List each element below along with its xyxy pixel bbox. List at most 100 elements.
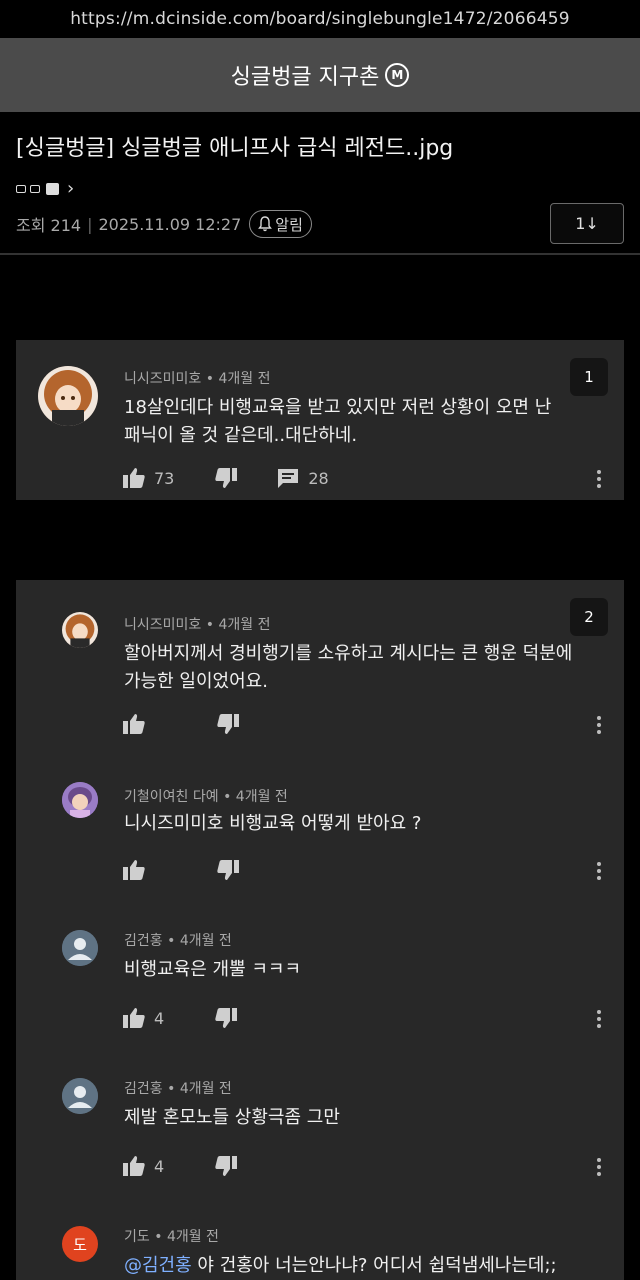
comment-author[interactable]: 니시즈미미호 (124, 617, 201, 633)
like-button[interactable]: 4 (122, 1154, 164, 1178)
dislike-button[interactable] (214, 1006, 238, 1030)
comment-actions: 73 28 (122, 466, 329, 490)
comment-actions: 4 (122, 1006, 238, 1030)
like-button[interactable]: 4 (122, 1006, 164, 1030)
comment-index-badge: 1 (570, 358, 608, 396)
comment-actions (122, 712, 240, 736)
header-divider (0, 253, 640, 255)
comment-index-badge: 2 (570, 598, 608, 636)
thumbs-up-icon (122, 712, 146, 736)
gallery-header[interactable]: 싱글벙글 지구촌 M (0, 38, 640, 112)
url-text: https://m.dcinside.com/board/singlebungl… (70, 9, 570, 29)
default-user-icon (62, 930, 98, 966)
dot-separator: • (154, 1229, 163, 1245)
meta-divider: | (87, 214, 93, 234)
dislike-button[interactable] (214, 1154, 238, 1178)
alarm-label: 알림 (275, 215, 303, 234)
comment-text-line: 제발 혼모노들 상황극좀 그만 (124, 1107, 340, 1128)
user-avatar[interactable] (62, 612, 98, 648)
dislike-button[interactable] (216, 712, 240, 736)
comment-text: @김건홍 야 건홍아 너는안나냐? 어디서 쉽덕냄세나는데;; (124, 1252, 614, 1280)
thumbs-down-icon (216, 858, 240, 882)
comment-header: 니시즈미미호 • 4개월 전 (124, 368, 270, 388)
comment-card-2: 2 니시즈미미호 • 4개월 전 할아버지께서 경비행기를 소유하고 계시다는 … (16, 580, 624, 1280)
comment-author[interactable]: 니시즈미미호 (124, 371, 201, 387)
comment-time: 4개월 전 (179, 933, 232, 949)
like-count: 4 (154, 1156, 165, 1176)
comment-author[interactable]: 김건홍 (124, 1081, 163, 1097)
anime-avatar-icon (38, 366, 98, 426)
comment-header: 니시즈미미호 • 4개월 전 (124, 614, 270, 634)
dot-separator: • (205, 617, 214, 633)
page-select-button[interactable]: 1↓ (550, 203, 624, 244)
anime-avatar-icon (62, 612, 98, 648)
more-options-icon[interactable] (596, 716, 602, 734)
address-bar[interactable]: https://m.dcinside.com/board/singlebungl… (0, 0, 640, 38)
comment-time: 4개월 전 (166, 1229, 219, 1245)
dislike-button[interactable] (216, 858, 240, 882)
like-count: 73 (154, 468, 175, 488)
bell-icon (258, 216, 273, 232)
comment-author[interactable]: 기철이여친 다예 (124, 789, 219, 805)
user-avatar[interactable] (62, 930, 98, 966)
post-date: 2025.11.09 12:27 (98, 214, 242, 234)
author-name-glyph (30, 184, 40, 193)
comment-text: 비행교육은 개뿔 ㅋㅋㅋ (124, 956, 594, 984)
comment-text: 제발 혼모노들 상황극좀 그만 (124, 1104, 594, 1132)
thumbs-down-icon (214, 1154, 238, 1178)
post-meta: 조회 214 | 2025.11.09 12:27 알림 (16, 210, 312, 238)
comment-text: 니시즈미미호 비행교육 어떻게 받아요 ? (124, 810, 594, 838)
comment-author[interactable]: 기도 (124, 1229, 150, 1245)
thumbs-down-icon (214, 1006, 238, 1030)
like-button[interactable]: 73 (122, 466, 174, 490)
comment-text-line: 가능한 일이었어요. (124, 671, 268, 692)
like-button[interactable] (122, 712, 146, 736)
more-options-icon[interactable] (596, 470, 602, 488)
post-author[interactable]: › (16, 178, 74, 199)
comment-time: 4개월 전 (179, 1081, 232, 1097)
comment-text-line: 할아버지께서 경비행기를 소유하고 계시다는 큰 행운 덕분에 (124, 643, 573, 664)
more-options-icon[interactable] (596, 1158, 602, 1176)
comment-header: 김건홍 • 4개월 전 (124, 930, 232, 950)
more-options-icon[interactable] (596, 862, 602, 880)
reply-button[interactable]: 28 (276, 466, 329, 490)
gallery-title: 싱글벙글 지구촌 (230, 65, 380, 90)
comment-card-1: 1 니시즈미미호 • 4개월 전 18살인데다 비행교육을 받고 있지만 저런 … (16, 340, 624, 500)
dot-separator: • (223, 789, 232, 805)
thumbs-up-icon (122, 1006, 146, 1030)
like-count: 4 (154, 1008, 165, 1028)
fixed-nick-icon (46, 182, 59, 195)
comment-text: 18살인데다 비행교육을 받고 있지만 저런 상황이 오면 난 패닉이 올 것 … (124, 394, 594, 450)
user-avatar[interactable] (62, 1078, 98, 1114)
reply-count: 28 (308, 468, 329, 488)
anime-avatar-icon (62, 782, 98, 818)
comment-text-line: 야 건홍아 너는안나냐? 어디서 쉽덕냄세나는데;; (191, 1255, 557, 1276)
minor-gallery-badge: M (385, 63, 410, 87)
user-avatar[interactable]: 도 (62, 1226, 98, 1262)
comment-bubble-icon (276, 466, 300, 490)
comment-time: 4개월 전 (218, 371, 271, 387)
user-avatar[interactable] (62, 782, 98, 818)
alarm-button[interactable]: 알림 (249, 210, 312, 238)
thumbs-up-icon (122, 858, 146, 882)
thumbs-down-icon (216, 712, 240, 736)
dislike-button[interactable] (214, 466, 238, 490)
thumbs-up-icon (122, 466, 146, 490)
comment-time: 4개월 전 (235, 789, 288, 805)
dot-separator: • (205, 371, 214, 387)
comment-header: 김건홍 • 4개월 전 (124, 1078, 232, 1098)
comment-actions (122, 858, 240, 882)
dot-separator: • (167, 933, 176, 949)
user-avatar[interactable] (38, 366, 98, 426)
like-button[interactable] (122, 858, 146, 882)
dot-separator: • (167, 1081, 176, 1097)
more-options-icon[interactable] (596, 1010, 602, 1028)
thumbs-up-icon (122, 1154, 146, 1178)
comment-text-line: 니시즈미미호 비행교육 어떻게 받아요 ? (124, 813, 422, 834)
comment-time: 4개월 전 (218, 617, 271, 633)
thumbs-down-icon (214, 466, 238, 490)
comment-text-line: 18살인데다 비행교육을 받고 있지만 저런 상황이 오면 난 (124, 397, 552, 418)
user-mention-link[interactable]: @김건홍 (124, 1255, 192, 1276)
comment-author[interactable]: 김건홍 (124, 933, 163, 949)
post-title: [싱글벙글] 싱글벙글 애니프사 급식 레전드..jpg (16, 136, 454, 161)
